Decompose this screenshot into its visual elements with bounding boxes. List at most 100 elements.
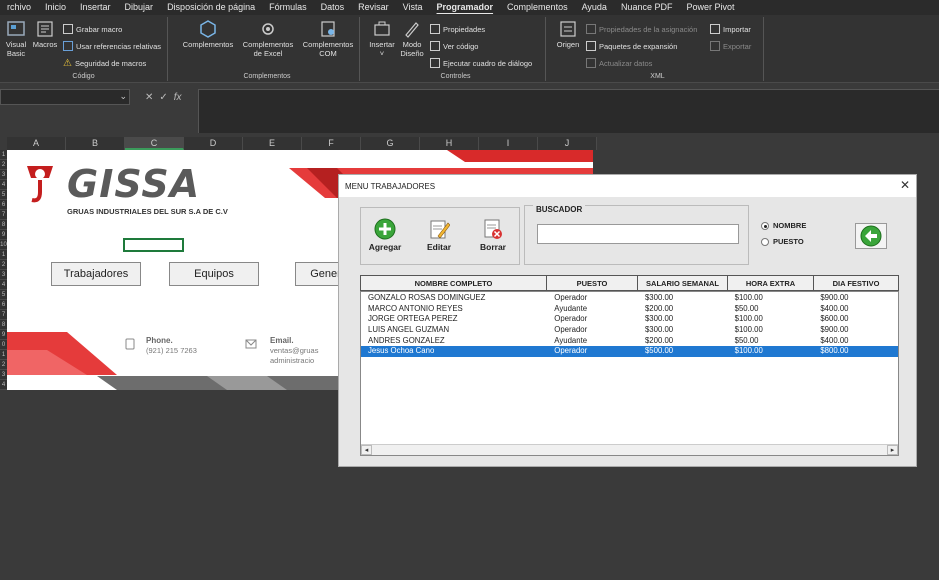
- complementos-excel-button[interactable]: Complementos de Excel: [239, 19, 297, 58]
- list-item[interactable]: MARCO ANTONIO REYES Ayudante $200.00 $50.00…: [361, 304, 898, 315]
- cancel-icon[interactable]: ✕: [145, 92, 153, 103]
- origen-label: Origen: [556, 40, 580, 49]
- dialog-titlebar[interactable]: MENU TRABAJADORES ✕: [339, 175, 916, 197]
- list-item[interactable]: ANDRES GONZALEZ Ayudante $200.00 $50.00 $400…: [361, 336, 898, 347]
- row-header[interactable]: 7: [0, 210, 7, 220]
- column-header-d[interactable]: D: [184, 137, 243, 150]
- row-header[interactable]: 3: [0, 370, 7, 380]
- scroll-right-icon[interactable]: ▸: [887, 445, 898, 455]
- visual-basic-button[interactable]: Visual Basic: [3, 19, 29, 58]
- row-header[interactable]: 10: [0, 240, 7, 250]
- row-header[interactable]: 8: [0, 320, 7, 330]
- row-header[interactable]: 3: [0, 270, 7, 280]
- column-header-e[interactable]: E: [243, 137, 302, 150]
- list-item[interactable]: LUIS ANGEL GUZMAN Operador $300.00 $100.00 $…: [361, 325, 898, 336]
- importar-button[interactable]: Importar: [710, 24, 751, 34]
- tab-rchivo[interactable]: rchivo: [0, 0, 38, 15]
- formula-input[interactable]: [198, 89, 939, 133]
- tab-dibujar[interactable]: Dibujar: [118, 0, 161, 15]
- row-header[interactable]: 3: [0, 170, 7, 180]
- column-header-h[interactable]: H: [420, 137, 479, 150]
- row-header[interactable]: 6: [0, 300, 7, 310]
- column-header-j[interactable]: J: [538, 137, 597, 150]
- group-label-complementos: Complementos: [243, 73, 291, 80]
- row-header[interactable]: 4: [0, 380, 7, 390]
- paquetes-expansion-button[interactable]: Paquetes de expansión: [586, 41, 677, 51]
- row-header[interactable]: 1: [0, 250, 7, 260]
- complementos-com-button[interactable]: Complementos COM: [299, 19, 357, 58]
- radio-nombre[interactable]: NOMBRE: [761, 221, 806, 230]
- tab-complementos[interactable]: Complementos: [500, 0, 575, 15]
- list-item[interactable]: Jesus Ochoa Cano Operador $500.00 $100.00 $8…: [361, 346, 898, 358]
- usar-referencias-button[interactable]: Usar referencias relativas: [63, 41, 161, 51]
- column-header-b[interactable]: B: [66, 137, 125, 150]
- propiedades-button[interactable]: Propiedades: [430, 24, 485, 34]
- tab-datos[interactable]: Datos: [314, 0, 352, 15]
- row-header[interactable]: 9: [0, 230, 7, 240]
- tab-vista[interactable]: Vista: [396, 0, 430, 15]
- row-header[interactable]: 7: [0, 310, 7, 320]
- tab-nuance-pdf[interactable]: Nuance PDF: [614, 0, 680, 15]
- propiedades-asignacion-button[interactable]: Propiedades de la asignación: [586, 24, 697, 34]
- scroll-left-icon[interactable]: ◂: [361, 445, 372, 455]
- origen-button[interactable]: Origen: [554, 19, 582, 49]
- row-header[interactable]: 4: [0, 280, 7, 290]
- tab-f-rmulas[interactable]: Fórmulas: [262, 0, 314, 15]
- row-header[interactable]: 6: [0, 200, 7, 210]
- ribbon: Visual Basic Macros Grabar macro Usar re…: [0, 15, 939, 83]
- row-header[interactable]: 1: [0, 150, 7, 160]
- workers-listbox[interactable]: GONZALO ROSAS DOMINGUEZ Operador $300.00 $1…: [360, 291, 899, 456]
- trabajadores-button[interactable]: Trabajadores: [51, 262, 141, 286]
- row-header[interactable]: 2: [0, 360, 7, 370]
- list-item[interactable]: JORGE ORTEGA PEREZ Operador $300.00 $100.00…: [361, 314, 898, 325]
- tab-ayuda[interactable]: Ayuda: [575, 0, 614, 15]
- chevron-down-icon[interactable]: ⌄: [119, 91, 127, 102]
- ejecutar-dialogo-button[interactable]: Ejecutar cuadro de diálogo: [430, 58, 532, 68]
- macros-button[interactable]: Macros: [31, 19, 59, 49]
- column-header-c[interactable]: C: [125, 137, 184, 150]
- column-header-f[interactable]: F: [302, 137, 361, 150]
- editar-button[interactable]: Editar: [421, 218, 457, 252]
- row-header[interactable]: 1: [0, 350, 7, 360]
- row-header[interactable]: 5: [0, 190, 7, 200]
- tab-revisar[interactable]: Revisar: [351, 0, 396, 15]
- list-column-header: HORA EXTRA: [728, 275, 814, 291]
- column-header-i[interactable]: I: [479, 137, 538, 150]
- modo-diseno-button[interactable]: Modo Diseño: [398, 19, 426, 58]
- row-header[interactable]: 9: [0, 330, 7, 340]
- close-icon[interactable]: ✕: [900, 178, 910, 192]
- name-box[interactable]: ⌄: [0, 89, 130, 105]
- column-header-a[interactable]: A: [7, 137, 66, 150]
- tab-programador[interactable]: Programador: [430, 0, 501, 15]
- row-header[interactable]: 8: [0, 220, 7, 230]
- tab-power-pivot[interactable]: Power Pivot: [679, 0, 741, 15]
- list-item[interactable]: GONZALO ROSAS DOMINGUEZ Operador $300.00 $1…: [361, 293, 898, 304]
- back-button[interactable]: [855, 223, 887, 249]
- tab-disposici-n-de-p-gina[interactable]: Disposición de página: [160, 0, 262, 15]
- search-input[interactable]: [537, 224, 739, 244]
- ver-codigo-button[interactable]: Ver código: [430, 41, 478, 51]
- check-icon[interactable]: ✓: [159, 92, 167, 103]
- seguridad-macros-button[interactable]: ⚠ Seguridad de macros: [63, 58, 146, 69]
- fx-icon[interactable]: fx: [174, 92, 182, 103]
- column-header-g[interactable]: G: [361, 137, 420, 150]
- equipos-button[interactable]: Equipos: [169, 262, 259, 286]
- insertar-control-button[interactable]: Insertar ˅: [368, 19, 396, 58]
- complementos-button[interactable]: Complementos: [179, 19, 237, 49]
- row-header[interactable]: 2: [0, 160, 7, 170]
- import-icon: [710, 24, 720, 34]
- row-header[interactable]: 5: [0, 290, 7, 300]
- actualizar-datos-button[interactable]: Actualizar datos: [586, 58, 652, 68]
- tab-insertar[interactable]: Insertar: [73, 0, 118, 15]
- grabar-macro-button[interactable]: Grabar macro: [63, 24, 122, 34]
- radio-puesto[interactable]: PUESTO: [761, 237, 804, 246]
- borrar-button[interactable]: Borrar: [475, 218, 511, 252]
- selected-cell[interactable]: [123, 238, 184, 252]
- exportar-button[interactable]: Exportar: [710, 41, 751, 51]
- row-header[interactable]: 2: [0, 260, 7, 270]
- agregar-button[interactable]: Agregar: [367, 218, 403, 252]
- horizontal-scrollbar[interactable]: ◂ ▸: [361, 444, 898, 455]
- tab-inicio[interactable]: Inicio: [38, 0, 73, 15]
- row-header[interactable]: 0: [0, 340, 7, 350]
- row-header[interactable]: 4: [0, 180, 7, 190]
